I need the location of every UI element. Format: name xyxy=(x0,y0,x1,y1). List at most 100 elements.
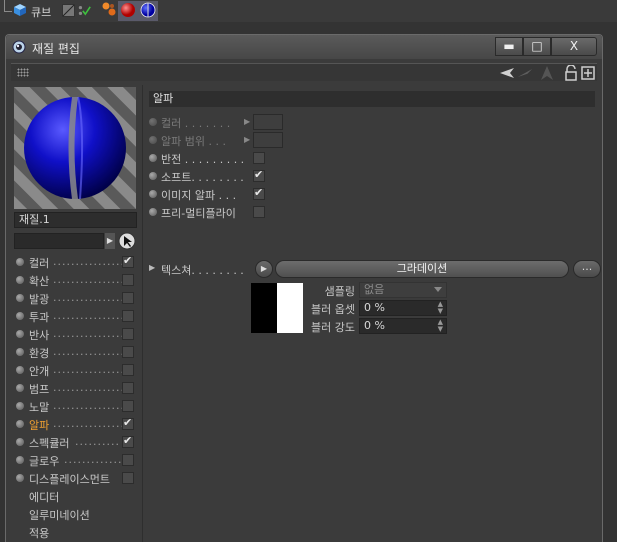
channel-dot-icon[interactable] xyxy=(16,366,24,374)
channel-item[interactable]: 스펙큘러.......... xyxy=(14,433,138,451)
texture-menu-button[interactable]: ▶ xyxy=(255,260,273,278)
channel-item[interactable]: 디스플레이스먼트 xyxy=(14,469,138,487)
channel-label: 디스플레이스먼트 xyxy=(29,473,110,486)
property-panel: 알파 컬러 . . . . . . . ▶ 알파 범위 . . . ▶ 반전 . . .… xyxy=(142,85,602,542)
material-search-field[interactable] xyxy=(14,233,104,249)
property-checkbox[interactable] xyxy=(253,186,265,200)
texture-browse-button[interactable]: ... xyxy=(573,260,601,278)
channel-item[interactable]: 확산................ xyxy=(14,271,138,289)
channel-checkbox[interactable] xyxy=(122,274,134,286)
channel-dot-icon[interactable] xyxy=(16,348,24,356)
channel-item[interactable]: 노말................ xyxy=(14,397,138,415)
channel-dot-icon[interactable] xyxy=(16,456,24,464)
channel-checkbox[interactable] xyxy=(122,434,134,448)
property-checkbox[interactable] xyxy=(253,168,265,182)
animation-dot-icon[interactable] xyxy=(149,118,157,126)
channel-item[interactable]: 글로우............. xyxy=(14,451,138,469)
percent-spinner[interactable]: 0 % ▲ ▼ xyxy=(359,300,447,316)
channel-dot-icon[interactable] xyxy=(16,420,24,428)
channel-dot-icon[interactable] xyxy=(16,402,24,410)
channel-dot-icon[interactable] xyxy=(16,384,24,392)
material-name-field[interactable]: 재질.1 xyxy=(14,212,137,228)
channel-dot-icon[interactable] xyxy=(16,438,24,446)
channel-label: 컬러 xyxy=(29,257,50,270)
up-arrow-icon[interactable] xyxy=(539,65,555,81)
channel-label: 범프 xyxy=(29,383,50,396)
enabled-check-icon[interactable] xyxy=(78,4,91,17)
red-material-tag-icon[interactable] xyxy=(120,2,136,18)
channel-item[interactable]: 투과................ xyxy=(14,307,138,325)
channel-item[interactable]: 알파................ xyxy=(14,415,138,433)
channel-menu-arrow[interactable]: ▶ xyxy=(105,233,115,249)
property-label: 프리-멀티플라이 xyxy=(161,207,236,220)
channel-item[interactable]: 에디터 xyxy=(14,487,138,505)
property-checkbox[interactable] xyxy=(253,206,265,218)
channel-item[interactable]: 적용 xyxy=(14,523,138,541)
channel-checkbox[interactable] xyxy=(122,310,134,322)
channel-label: 안개 xyxy=(29,365,50,378)
channel-checkbox[interactable] xyxy=(122,472,134,484)
animation-dot-icon[interactable] xyxy=(149,190,157,198)
sub-property-label: 블러 옵셋 xyxy=(311,303,355,316)
cube-icon[interactable] xyxy=(13,3,27,17)
texture-name-button[interactable]: 그라데이션 xyxy=(275,260,569,278)
property-checkbox[interactable] xyxy=(253,152,265,164)
channel-item[interactable]: 환경................ xyxy=(14,343,138,361)
back-arrow-icon[interactable] xyxy=(499,65,515,81)
editor-visibility-icon[interactable] xyxy=(62,4,75,17)
sampling-dropdown[interactable]: 없음 xyxy=(359,282,447,298)
channel-dot-icon[interactable] xyxy=(16,276,24,284)
channel-checkbox[interactable] xyxy=(122,416,134,430)
object-name[interactable]: 큐브 xyxy=(31,4,51,20)
percent-spinner[interactable]: 0 % ▲ ▼ xyxy=(359,318,447,334)
channel-label: 투과 xyxy=(29,311,50,324)
expand-triangle-icon[interactable]: ▶ xyxy=(244,117,250,126)
forward-arrow-icon[interactable] xyxy=(517,65,533,81)
channel-item[interactable]: 일루미네이션 xyxy=(14,505,138,523)
color-swatch[interactable] xyxy=(253,114,283,130)
texture-preview[interactable] xyxy=(251,283,303,333)
channel-checkbox[interactable] xyxy=(122,454,134,466)
spinner-arrows-icon[interactable]: ▲ ▼ xyxy=(438,319,443,333)
animation-dot-icon[interactable] xyxy=(149,208,157,216)
channel-checkbox[interactable] xyxy=(122,328,134,340)
lock-icon[interactable] xyxy=(563,65,579,81)
channel-dot-icon[interactable] xyxy=(16,330,24,338)
spinner-arrows-icon[interactable]: ▲ ▼ xyxy=(438,301,443,315)
channel-item[interactable]: 발광................ xyxy=(14,289,138,307)
channel-checkbox[interactable] xyxy=(122,346,134,358)
toolbar-grip-icon[interactable] xyxy=(17,68,29,77)
expand-triangle-icon[interactable]: ▶ xyxy=(244,135,250,144)
channel-item[interactable]: 범프................ xyxy=(14,379,138,397)
animation-dot-icon[interactable] xyxy=(149,136,157,144)
minimize-button[interactable]: ▬ xyxy=(495,37,523,56)
channel-item[interactable]: 컬러................ xyxy=(14,253,138,271)
close-button[interactable]: X xyxy=(551,37,597,56)
channel-leader-dots: ................ xyxy=(53,291,125,304)
animation-dot-icon[interactable] xyxy=(149,172,157,180)
new-panel-icon[interactable] xyxy=(580,65,596,81)
material-preview[interactable] xyxy=(14,87,136,209)
channel-checkbox[interactable] xyxy=(122,254,134,268)
texture-expand-icon[interactable]: ▶ xyxy=(149,263,155,272)
channel-item[interactable]: 반사................ xyxy=(14,325,138,343)
channel-dot-icon[interactable] xyxy=(16,474,24,482)
channel-checkbox[interactable] xyxy=(122,364,134,376)
channel-checkbox[interactable] xyxy=(122,382,134,394)
blue-material-tag-icon[interactable] xyxy=(140,2,156,18)
window-titlebar[interactable]: 재질 편집 ▬ □ X xyxy=(6,35,602,59)
editor-toolbar xyxy=(11,63,597,81)
channel-checkbox[interactable] xyxy=(122,400,134,412)
color-swatch[interactable] xyxy=(253,132,283,148)
phong-tag-icon[interactable] xyxy=(101,1,117,17)
channel-dot-icon[interactable] xyxy=(16,312,24,320)
maximize-button[interactable]: □ xyxy=(523,37,551,56)
channel-dot-icon[interactable] xyxy=(16,258,24,266)
animation-dot-icon[interactable] xyxy=(149,154,157,162)
channel-item[interactable]: 안개................ xyxy=(14,361,138,379)
channel-checkbox[interactable] xyxy=(122,292,134,304)
channel-dot-icon[interactable] xyxy=(16,294,24,302)
property-label: 알파 범위 . . . xyxy=(161,135,226,148)
pick-cursor-icon[interactable] xyxy=(118,232,136,250)
channel-label: 반사 xyxy=(29,329,50,342)
